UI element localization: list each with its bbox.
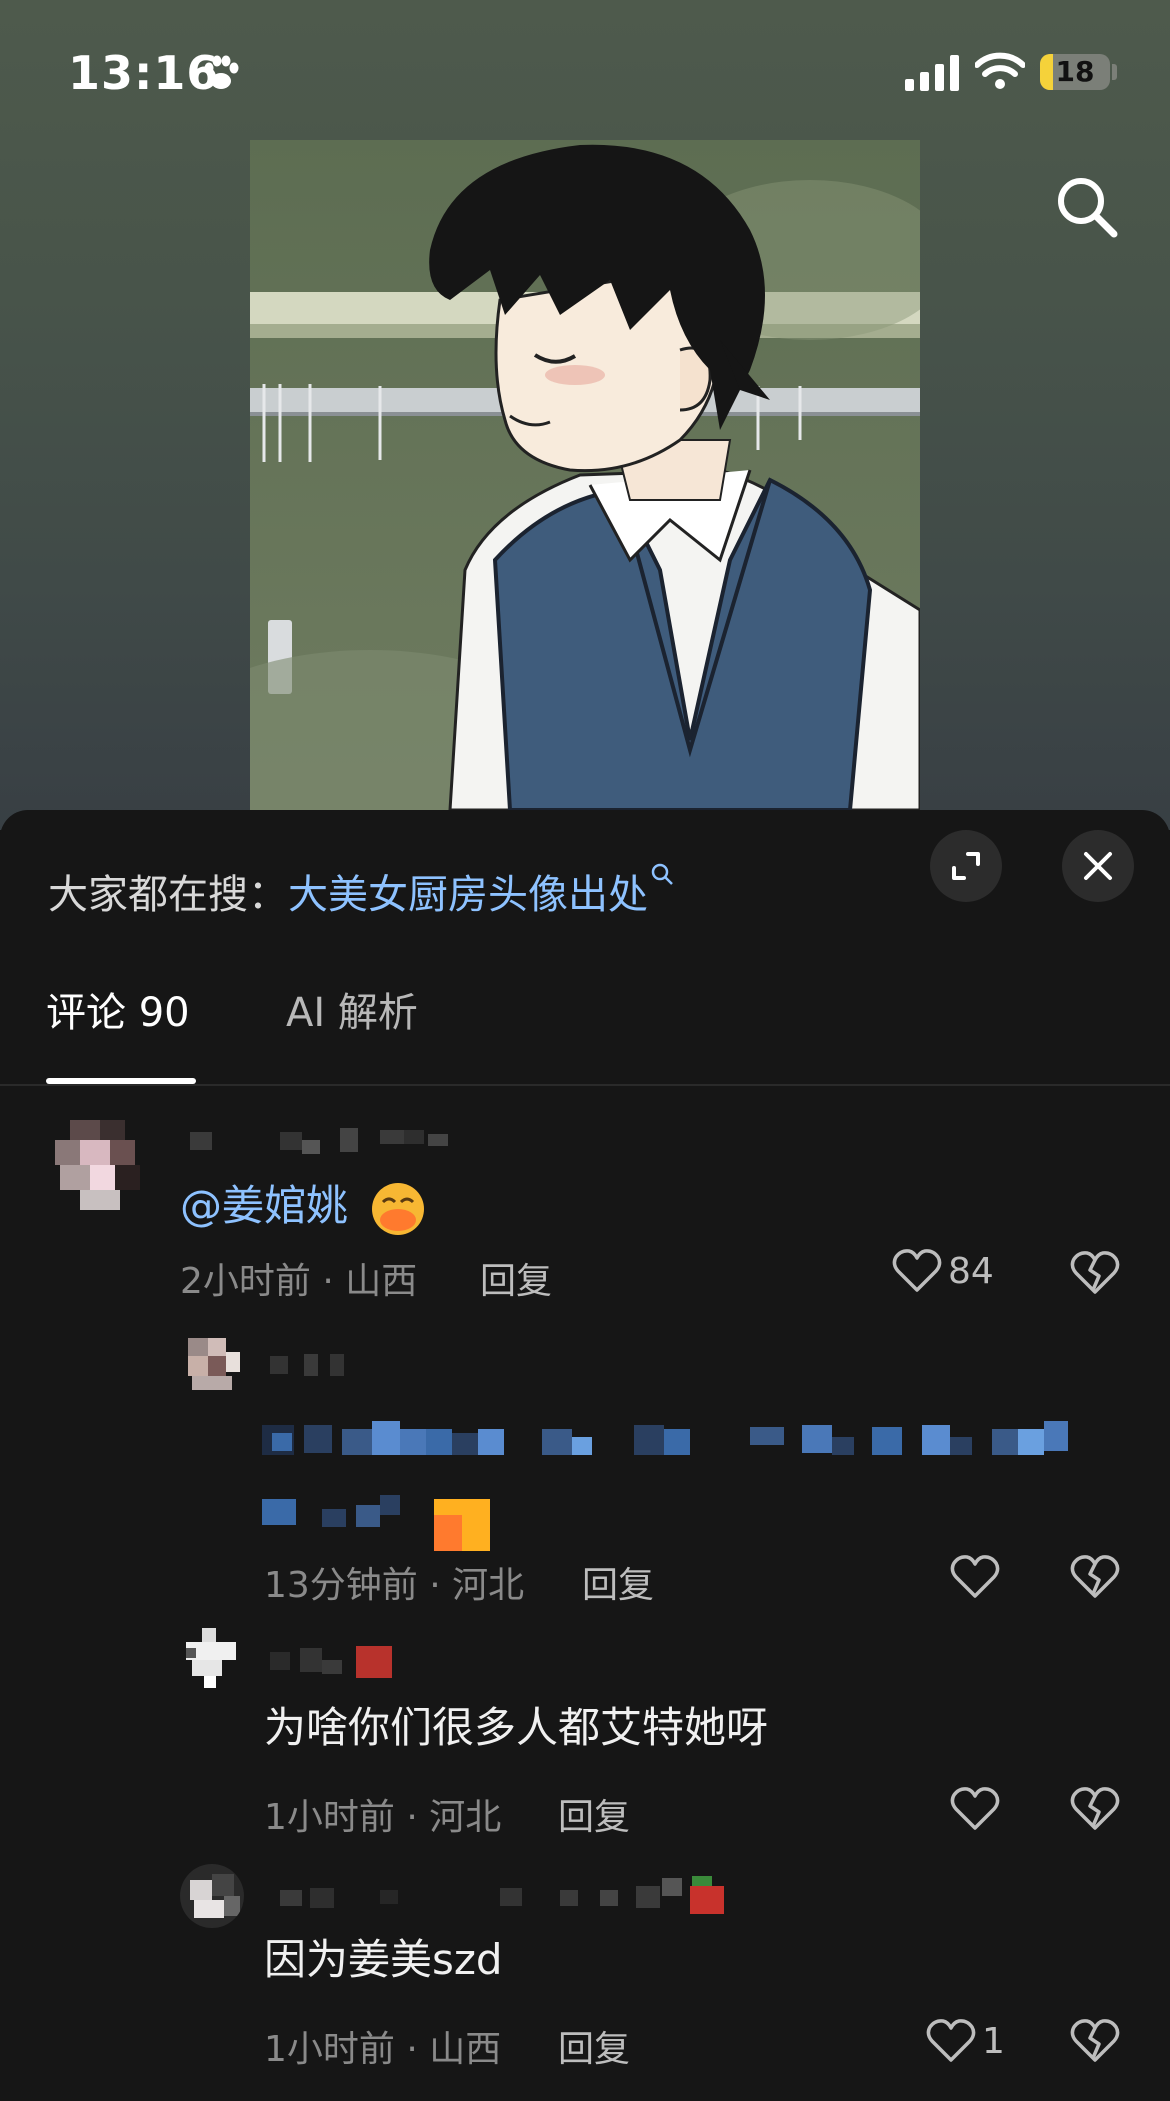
battery-tip (1112, 64, 1117, 80)
tab-comments[interactable]: 评论 90 (46, 980, 190, 1038)
like-count: 1 (982, 2020, 1005, 2062)
broken-heart-icon (1070, 1251, 1120, 1294)
battery-indicator: 18 (1040, 54, 1110, 90)
comment-meta: 1小时前 · 河北 (264, 1797, 502, 1838)
broken-heart-icon (1070, 1787, 1120, 1830)
kiss-emoji-icon (372, 1182, 425, 1235)
broken-heart-icon (1070, 1555, 1120, 1598)
active-tab-indicator (46, 1078, 196, 1084)
username-obscured[interactable] (180, 1120, 460, 1160)
reply-button[interactable]: 回复 (480, 1252, 552, 1304)
dislike-button[interactable] (1070, 1250, 1120, 1296)
username-obscured[interactable] (270, 1870, 740, 1916)
close-button[interactable] (1062, 830, 1134, 902)
like-button[interactable] (950, 1786, 1006, 1832)
heart-icon (950, 1787, 1000, 1830)
username-obscured[interactable] (264, 1640, 404, 1680)
dislike-button[interactable] (1070, 1786, 1120, 1832)
expand-icon (952, 852, 980, 880)
heart-icon (926, 2019, 976, 2062)
heart-icon (950, 1555, 1000, 1598)
dislike-button[interactable] (1070, 2018, 1120, 2064)
trending-prefix: 大家都在搜： (48, 872, 288, 918)
wifi-icon (975, 52, 1025, 89)
comment-text-obscured (262, 1421, 1068, 1551)
small-search-icon (651, 863, 673, 885)
mention-link[interactable]: @姜婠姚 (180, 1181, 348, 1230)
reply-button[interactable]: 回复 (558, 1788, 630, 1840)
trending-query-link[interactable]: 大美女厨房头像出处 (288, 872, 648, 918)
status-time: 13:16 (68, 46, 220, 100)
tab-bar: 评论 90 AI 解析 (0, 980, 1170, 1086)
status-bar: 13:16 18 (0, 0, 1170, 140)
reply-button[interactable]: 回复 (582, 1556, 654, 1608)
comments-sheet: 大家都在搜：大美女厨房头像出处 评论 90 AI 解析 @姜婠姚 2小时前 · … (0, 810, 1170, 2101)
avatar[interactable] (182, 1332, 242, 1392)
paw-icon (204, 55, 239, 89)
close-icon (1084, 852, 1112, 880)
comment-meta: 2小时前 · 山西 (180, 1261, 418, 1302)
comment-text: 因为姜美szd (264, 1935, 503, 1984)
avatar[interactable] (182, 1628, 242, 1688)
cellular-signal-icon (905, 55, 959, 91)
like-button[interactable] (950, 1554, 1006, 1600)
comment-meta: 13分钟前 · 河北 (264, 1565, 525, 1606)
avatar[interactable] (180, 1864, 244, 1928)
anime-avatar-image[interactable] (250, 140, 920, 810)
like-button[interactable]: 1 (926, 2018, 1005, 2064)
search-icon[interactable] (1052, 172, 1122, 242)
reply-button[interactable]: 回复 (558, 2020, 630, 2072)
comment-text: @姜婠姚 (180, 1172, 427, 1238)
heart-icon (892, 1249, 942, 1292)
tab-ai-analysis[interactable]: AI 解析 (286, 980, 418, 1038)
trending-search[interactable]: 大家都在搜：大美女厨房头像出处 (48, 862, 674, 920)
dislike-button[interactable] (1070, 1554, 1120, 1600)
like-count: 84 (948, 1250, 994, 1292)
comment-meta: 1小时前 · 山西 (264, 2029, 502, 2070)
like-button[interactable]: 84 (892, 1248, 994, 1294)
broken-heart-icon (1070, 2019, 1120, 2062)
username-obscured[interactable] (264, 1346, 384, 1382)
battery-level: 18 (1055, 55, 1095, 88)
avatar[interactable] (50, 1110, 150, 1210)
expand-button[interactable] (930, 830, 1002, 902)
comment-text: 为啥你们很多人都艾特她呀 (264, 1703, 769, 1752)
